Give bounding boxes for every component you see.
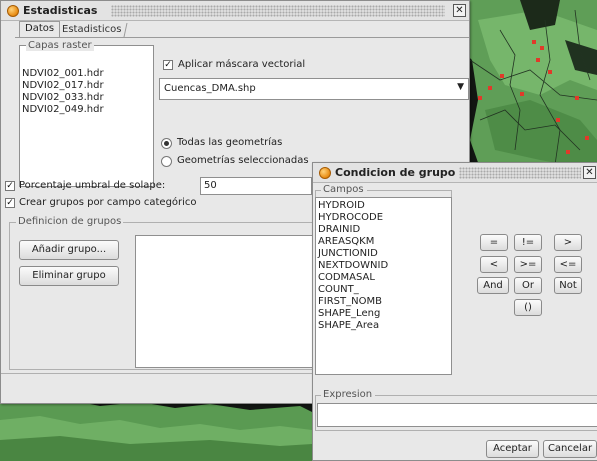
- anadir-grupo-button[interactable]: Añadir grupo...: [19, 240, 119, 260]
- grupos-list[interactable]: [135, 235, 314, 368]
- crear-grupos-label: Crear grupos por campo categórico: [19, 197, 197, 208]
- porcentaje-input[interactable]: 50: [200, 177, 312, 195]
- campo-item[interactable]: JUNCTIONID: [316, 248, 451, 260]
- raster-item[interactable]: NDVI02_049.hdr: [20, 104, 153, 116]
- tab-datos[interactable]: Datos: [19, 21, 61, 37]
- raster-list[interactable]: NDVI02_001.hdr NDVI02_017.hdr NDVI02_033…: [19, 45, 154, 187]
- chevron-down-icon: ▼: [457, 82, 464, 92]
- geometrias-seleccionadas-label: Geometrías seleccionadas: [177, 155, 309, 166]
- tab-estadisticos[interactable]: Estadisticos: [56, 23, 128, 37]
- campo-item[interactable]: SHAPE_Leng: [316, 308, 451, 320]
- op-not-equals-button[interactable]: !=: [514, 234, 542, 251]
- campos-label: Campos: [321, 184, 366, 195]
- campo-item[interactable]: DRAINID: [316, 224, 451, 236]
- porcentaje-checkbox[interactable]: ✓: [5, 181, 15, 191]
- campo-item[interactable]: HYDROID: [316, 200, 451, 212]
- close-icon: ✕: [585, 167, 594, 178]
- raster-item[interactable]: NDVI02_033.hdr: [20, 92, 153, 104]
- op-less-button[interactable]: <: [480, 256, 508, 273]
- titlebar-grip: [111, 5, 445, 17]
- close-button[interactable]: ✕: [453, 4, 466, 17]
- op-less-equal-button[interactable]: <=: [554, 256, 582, 273]
- shapefile-combo[interactable]: Cuencas_DMA.shp ▼: [159, 78, 469, 100]
- aplicar-mascara-label: Aplicar máscara vectorial: [178, 59, 306, 70]
- campo-item[interactable]: CODMASAL: [316, 272, 451, 284]
- capas-raster-group: Capas raster NDVI02_001.hdr NDVI02_017.h…: [19, 39, 154, 187]
- porcentaje-value: 50: [204, 180, 217, 191]
- todas-geometrias-radio[interactable]: [161, 138, 172, 149]
- aplicar-mascara-checkbox[interactable]: ✓: [163, 60, 173, 70]
- definicion-grupos-label: Definicion de grupos: [16, 216, 124, 227]
- close-button[interactable]: ✕: [583, 166, 596, 179]
- campo-item[interactable]: HYDROCODE: [316, 212, 451, 224]
- crear-grupos-checkbox[interactable]: ✓: [5, 198, 15, 208]
- op-not-button[interactable]: Not: [554, 277, 582, 294]
- campos-list[interactable]: HYDROID HYDROCODE DRAINID AREASQKM JUNCT…: [315, 197, 452, 375]
- raster-item[interactable]: NDVI02_001.hdr: [20, 68, 153, 80]
- capas-raster-label: Capas raster: [26, 40, 94, 51]
- raster-item[interactable]: NDVI02_017.hdr: [20, 80, 153, 92]
- app-icon: [319, 167, 331, 179]
- condicion-titlebar[interactable]: Condicion de grupo ✕: [313, 163, 597, 183]
- campo-item[interactable]: COUNT_: [316, 284, 451, 296]
- dialog-title: Condicion de grupo: [335, 166, 460, 179]
- op-equals-button[interactable]: =: [480, 234, 508, 251]
- condicion-grupo-dialog: Condicion de grupo ✕ Campos HYDROID HYDR…: [312, 162, 597, 461]
- op-greater-button[interactable]: >: [554, 234, 582, 251]
- op-or-button[interactable]: Or: [514, 277, 542, 294]
- campo-item[interactable]: AREASQKM: [316, 236, 451, 248]
- window-title: Estadisticas: [23, 4, 102, 17]
- cancelar-button[interactable]: Cancelar: [543, 440, 597, 458]
- close-icon: ✕: [455, 5, 464, 16]
- campo-item[interactable]: NEXTDOWNID: [316, 260, 451, 272]
- expresion-input[interactable]: [317, 403, 597, 427]
- tab-datos-label: Datos: [25, 23, 55, 34]
- campo-item[interactable]: FIRST_NOMB: [316, 296, 451, 308]
- geometrias-seleccionadas-radio[interactable]: [161, 156, 172, 167]
- app-icon: [7, 5, 19, 17]
- campo-item[interactable]: SHAPE_Area: [316, 320, 451, 332]
- tab-estadisticos-label: Estadisticos: [62, 24, 122, 35]
- aceptar-button[interactable]: Aceptar: [486, 440, 539, 458]
- op-greater-equal-button[interactable]: >=: [514, 256, 542, 273]
- porcentaje-label: Porcentaje umbral de solape:: [19, 180, 166, 191]
- estadisticas-titlebar[interactable]: Estadisticas ✕: [1, 1, 469, 21]
- expresion-label: Expresion: [321, 389, 375, 400]
- titlebar-grip: [453, 167, 581, 179]
- shapefile-value: Cuencas_DMA.shp: [164, 83, 256, 94]
- op-parentheses-button[interactable]: (): [514, 299, 542, 316]
- op-and-button[interactable]: And: [477, 277, 509, 294]
- todas-geometrias-label: Todas las geometrías: [177, 137, 283, 148]
- eliminar-grupo-button[interactable]: Eliminar grupo: [19, 266, 119, 286]
